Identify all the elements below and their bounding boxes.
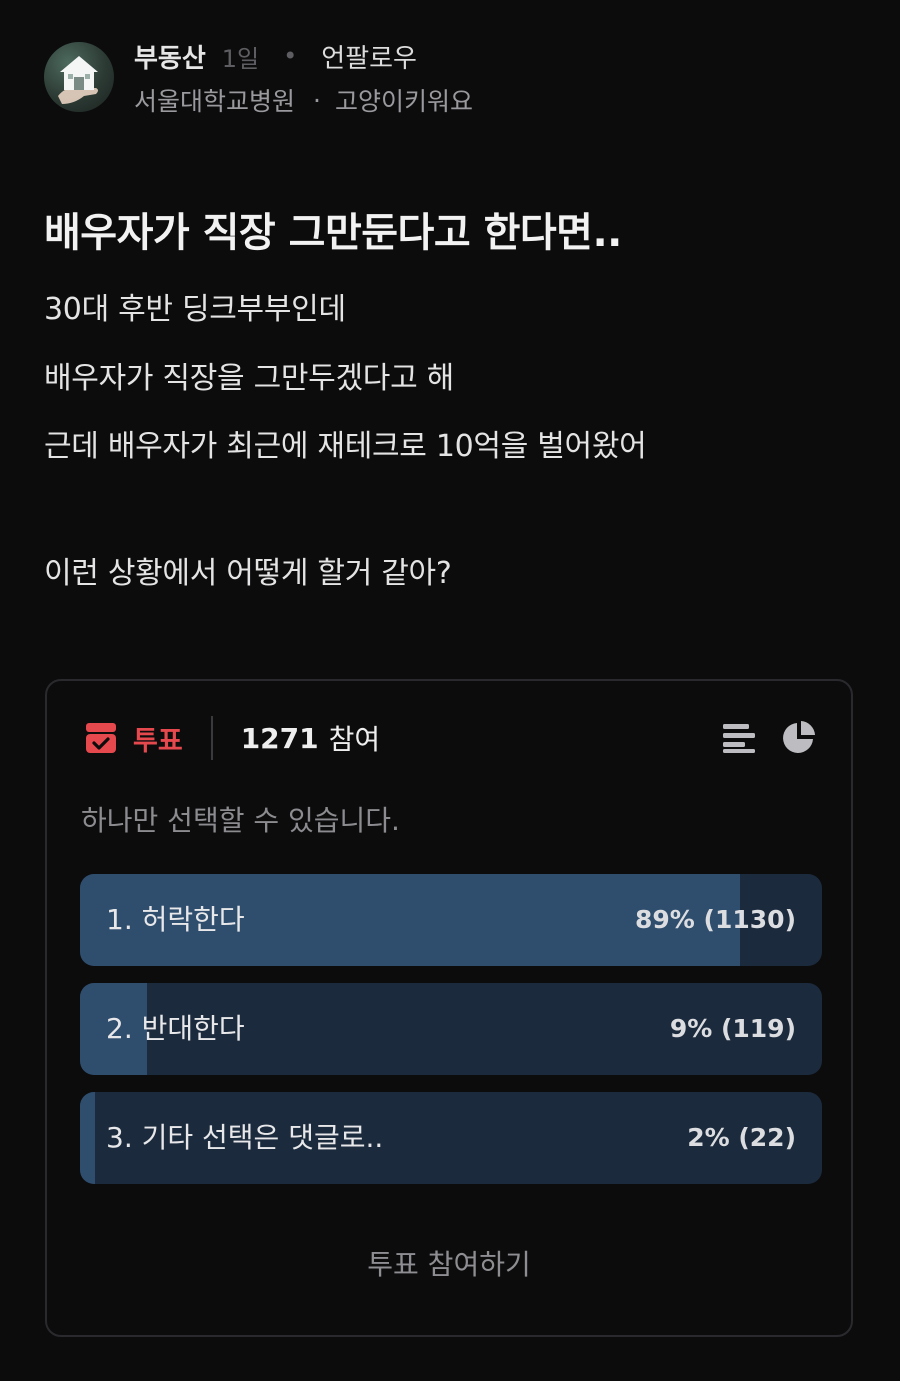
pie-chart-icon[interactable]: [781, 719, 817, 755]
author-name[interactable]: 부동산: [134, 38, 206, 75]
vote-participate-button[interactable]: 투표 참여하기: [47, 1243, 851, 1283]
poll-option-label: 3. 기타 선택은 댓글로..: [106, 1121, 384, 1154]
poll-option-fill: [80, 1092, 95, 1184]
participant-count: 1271: [240, 721, 319, 755]
author-affiliation: 서울대학교병원: [134, 87, 296, 116]
avatar[interactable]: [44, 42, 114, 112]
post-body-line: 근데 배우자가 최근에 재테크로 10억을 벌어왔어: [44, 429, 647, 464]
post-body-line: 이런 상황에서 어떻게 할거 같아?: [44, 556, 452, 591]
poll-instruction: 하나만 선택할 수 있습니다.: [81, 804, 400, 837]
poll-option[interactable]: 3. 기타 선택은 댓글로.. 2% (22): [80, 1092, 822, 1184]
divider: [210, 716, 213, 760]
poll-option-result: 2% (22): [687, 1123, 796, 1152]
poll-option-label: 2. 반대한다: [106, 1012, 245, 1045]
author-line: 부동산 1일 • 언팔로우: [134, 36, 417, 76]
poll-option-label: 1. 허락한다: [106, 903, 245, 936]
post-time: 1일: [221, 44, 260, 73]
post-title: 배우자가 직장 그만둔다고 한다면..: [44, 210, 622, 256]
ballot-box-icon: [86, 723, 116, 753]
poll-header: 투표 1271 참여: [83, 715, 380, 761]
bar-list-icon[interactable]: [721, 719, 757, 755]
participant-count-suffix: 참여: [328, 723, 381, 756]
unfollow-button[interactable]: 언팔로우: [321, 38, 417, 75]
post-body-line: 30대 후반 딩크부부인데: [44, 292, 346, 327]
house-hand-icon: [58, 56, 98, 104]
poll-option[interactable]: 2. 반대한다 9% (119): [80, 983, 822, 1075]
poll-option[interactable]: 1. 허락한다 89% (1130): [80, 874, 822, 966]
poll-option-result: 89% (1130): [635, 905, 796, 934]
post-body-line: 배우자가 직장을 그만두겠다고 해: [44, 361, 454, 396]
poll-label: 투표: [133, 725, 183, 757]
author-tag: 고양이키워요: [334, 87, 473, 116]
poll-card: 투표 1271 참여 하나만 선택할 수 있습니다. 1. 허락한다 89% (…: [45, 679, 853, 1337]
poll-option-result: 9% (119): [669, 1014, 796, 1043]
author-meta: 서울대학교병원 · 고양이키워요: [134, 80, 473, 120]
separator-dot: •: [283, 42, 298, 70]
separator-dot: ·: [313, 85, 321, 115]
